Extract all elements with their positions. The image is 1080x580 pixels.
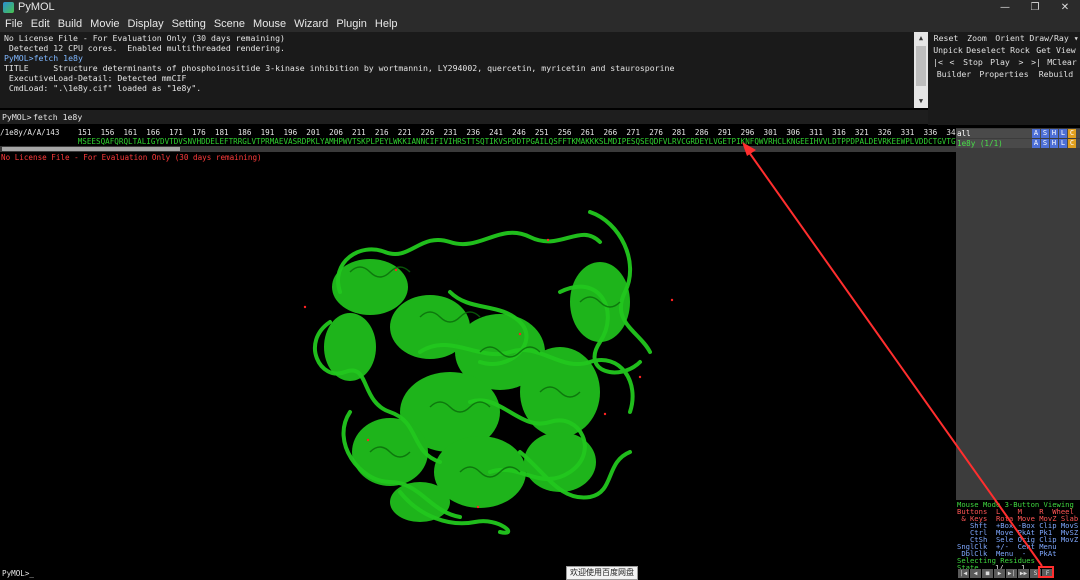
forward-button[interactable]: > bbox=[1015, 57, 1027, 68]
object-panel bbox=[956, 128, 1080, 500]
mclear-button[interactable]: MClear bbox=[1046, 57, 1078, 68]
color-button[interactable]: C bbox=[1068, 129, 1076, 138]
menu-file[interactable]: File bbox=[2, 18, 26, 30]
stop-frame-button[interactable]: ■ bbox=[982, 569, 993, 578]
log-line: CmdLoad: ".\1e8y.cif" loaded as "1e8y". bbox=[4, 83, 202, 93]
command-prompt: PyMOL> bbox=[2, 112, 32, 122]
first-frame-button[interactable]: |◀ bbox=[958, 569, 969, 578]
scroll-up-icon[interactable]: ▲ bbox=[916, 34, 926, 43]
label-button[interactable]: L bbox=[1059, 129, 1067, 138]
window-title: PyMOL bbox=[18, 1, 55, 13]
object-name[interactable]: 1e8y (1/1) bbox=[957, 139, 1003, 148]
sequence-scroll-thumb[interactable] bbox=[2, 147, 180, 151]
log-scroll-thumb[interactable] bbox=[916, 46, 926, 86]
rebuild-button[interactable]: Rebuild bbox=[1034, 69, 1078, 80]
menu-plugin[interactable]: Plugin bbox=[333, 18, 370, 30]
label-button[interactable]: L bbox=[1059, 139, 1067, 148]
scroll-down-icon[interactable]: ▼ bbox=[916, 97, 926, 106]
command-line[interactable]: PyMOL> fetch 1e8y bbox=[0, 110, 928, 124]
log-line: ExecutiveLoad-Detail: Detected mmCIF bbox=[4, 73, 187, 83]
3d-viewport[interactable] bbox=[0, 152, 956, 569]
license-watermark: No License File - For Evaluation Only (3… bbox=[1, 153, 262, 162]
fast-forward-button[interactable]: ▶▶ bbox=[1018, 569, 1029, 578]
menu-scene[interactable]: Scene bbox=[211, 18, 248, 30]
tooltip: 欢迎使用百度网盘 bbox=[566, 566, 638, 580]
properties-button[interactable]: Properties bbox=[978, 69, 1030, 80]
menu-setting[interactable]: Setting bbox=[169, 18, 209, 30]
rock-button[interactable]: Rock bbox=[1008, 45, 1032, 56]
builder-button[interactable]: Builder bbox=[932, 69, 976, 80]
unpick-button[interactable]: Unpick bbox=[932, 45, 964, 56]
viewer-command-prompt[interactable]: PyMOL>_ bbox=[2, 569, 34, 579]
play-frame-button[interactable]: ▶ bbox=[994, 569, 1005, 578]
command-input[interactable]: fetch 1e8y bbox=[33, 112, 82, 122]
menu-mouse[interactable]: Mouse bbox=[250, 18, 289, 30]
back-button[interactable]: < bbox=[946, 57, 958, 68]
bottom-bar bbox=[0, 569, 1080, 579]
end-button[interactable]: >| bbox=[1029, 57, 1043, 68]
stop-button[interactable]: Stop bbox=[961, 57, 985, 68]
control-panel: Reset Zoom Orient Draw/Ray ▾ Unpick Dese… bbox=[928, 32, 1080, 125]
hide-button[interactable]: H bbox=[1050, 129, 1058, 138]
prev-frame-button[interactable]: ◀ bbox=[970, 569, 981, 578]
zoom-button[interactable]: Zoom bbox=[964, 33, 990, 44]
output-log: No License File - For Evaluation Only (3… bbox=[0, 32, 914, 108]
reset-button[interactable]: Reset bbox=[932, 33, 960, 44]
protein-cartoon bbox=[303, 210, 674, 535]
orient-button[interactable]: Orient bbox=[993, 33, 1027, 44]
menu-help[interactable]: Help bbox=[372, 18, 401, 30]
sequence-residues[interactable]: MSEESQAFQRQLTALIGYDVTDVSNVHDDELEFTRRGLVT… bbox=[0, 137, 956, 146]
object-name[interactable]: all bbox=[957, 129, 971, 138]
menu-wizard[interactable]: Wizard bbox=[291, 18, 331, 30]
title-bar: PyMOL — ❐ ✕ bbox=[0, 0, 1080, 15]
mouse-mode-panel: Mouse Mode 3-Button Viewing Buttons L M … bbox=[956, 500, 1080, 571]
minimize-button[interactable]: — bbox=[990, 0, 1020, 15]
log-line: No License File - For Evaluation Only (3… bbox=[4, 33, 285, 43]
sequence-numbers: /1e8y/A/A/143 151 156 161 166 171 176 18… bbox=[0, 128, 956, 137]
action-button[interactable]: A bbox=[1032, 129, 1040, 138]
restore-button[interactable]: ❐ bbox=[1020, 0, 1050, 15]
draw-ray-button[interactable]: Draw/Ray ▾ bbox=[1029, 33, 1079, 44]
last-frame-button[interactable]: ▶| bbox=[1006, 569, 1017, 578]
show-button[interactable]: S bbox=[1041, 139, 1049, 148]
deselect-button[interactable]: Deselect bbox=[966, 45, 1006, 56]
show-button[interactable]: S bbox=[1041, 129, 1049, 138]
annotation-highlight-box bbox=[1038, 566, 1054, 578]
log-line: TITLE Structure determinants of phosphoi… bbox=[4, 63, 675, 73]
object-row-all[interactable]: all A S H L C bbox=[956, 129, 1080, 138]
play-button[interactable]: Play bbox=[988, 57, 1012, 68]
close-button[interactable]: ✕ bbox=[1050, 0, 1080, 15]
menu-build[interactable]: Build bbox=[55, 18, 85, 30]
get-view-button[interactable]: Get View bbox=[1034, 45, 1078, 56]
menu-bar: File Edit Build Movie Display Setting Sc… bbox=[0, 15, 1080, 32]
color-button[interactable]: C bbox=[1068, 139, 1076, 148]
menu-movie[interactable]: Movie bbox=[87, 18, 122, 30]
action-button[interactable]: A bbox=[1032, 139, 1040, 148]
log-line: Detected 12 CPU cores. Enabled multithre… bbox=[4, 43, 285, 53]
log-line: PyMOL>fetch 1e8y bbox=[4, 53, 83, 63]
menu-display[interactable]: Display bbox=[125, 18, 167, 30]
hide-button[interactable]: H bbox=[1050, 139, 1058, 148]
menu-edit[interactable]: Edit bbox=[28, 18, 53, 30]
object-row-1e8y[interactable]: 1e8y (1/1) A S H L C bbox=[956, 139, 1080, 148]
rewind-button[interactable]: |< bbox=[932, 57, 944, 68]
log-scrollbar[interactable]: ▲ ▼ bbox=[914, 32, 928, 108]
pymol-logo-icon bbox=[3, 2, 14, 13]
